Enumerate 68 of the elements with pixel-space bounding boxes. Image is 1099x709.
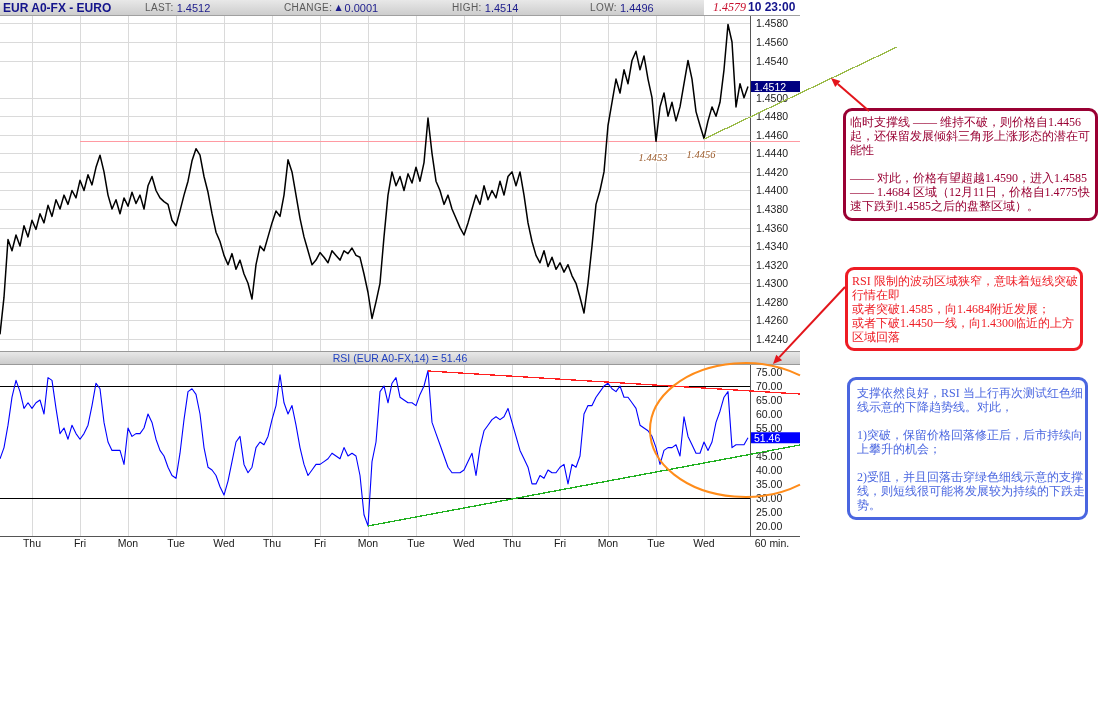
price-label: 1.4453 [638, 151, 668, 163]
stat-label: LOW: [590, 2, 617, 13]
axis-label: 1.4460 [756, 128, 789, 141]
axis-label: 1.4540 [756, 54, 789, 67]
callout-text: 支撑依然良好，RSI 当上行再次测试红色细线示意的下降趋势线。对此， [857, 386, 1084, 414]
timestamp: 10 23:00 [748, 0, 800, 15]
axis-label: 1.4340 [756, 240, 789, 253]
axis-label: Mon [117, 537, 139, 549]
axis-label: Tue [407, 537, 425, 549]
axis-label: 60.00 [756, 408, 783, 420]
axis-label: 1.4480 [756, 110, 789, 123]
axis-label: 1.4360 [756, 221, 789, 234]
axis-label: 75.00 [756, 366, 783, 378]
axis-label: Fri [313, 537, 327, 549]
axis-label: 40.00 [756, 463, 783, 476]
price-marker: 1.4579 [704, 0, 748, 15]
value-badge: 1.4512 [751, 80, 800, 93]
axis-label: Mon [597, 537, 619, 549]
axis-label: 55.00 [756, 421, 783, 434]
axis-label: 1.4440 [756, 147, 789, 160]
axis-label: 1.4260 [756, 314, 789, 327]
callout-text: 或者下破1.4450一线，向1.4300临近的上方区域回落 [852, 316, 1075, 344]
axis-label: 1.4240 [756, 332, 789, 345]
axis-label: Fri [73, 537, 87, 549]
axis-unit-label: 60 min. [754, 537, 790, 549]
axis-label: 35.00 [756, 477, 783, 490]
axis-label: Wed [453, 537, 475, 549]
axis-label: 1.4500 [756, 91, 789, 104]
triangle-icon: ▲ [335, 2, 342, 13]
axis-label: Thu [262, 537, 282, 549]
symbol-title: EUR A0-FX - EURO [2, 0, 113, 15]
callout-text: RSI 限制的波动区域狭窄，意味着短线突破行情在即 [852, 274, 1079, 302]
axis-label: 25.00 [756, 505, 783, 518]
axis-label: Thu [22, 537, 42, 549]
callout-text: —— 对此，价格有望超越1.4590，进入1.4585 —— 1.4684 区域（12月11日，价格自1.4775快速下跌到1.4585之后的盘整区域）。 [850, 171, 1091, 213]
axis-label: Tue [647, 537, 665, 549]
stat-value: 1.4496 [620, 1, 654, 14]
axis-label: Tue [167, 537, 185, 549]
stat-value: 1.4514 [484, 1, 519, 14]
axis-label: 1.4400 [756, 184, 789, 197]
axis-label: Wed [213, 537, 235, 549]
axis-label: 1.4580 [756, 17, 789, 30]
axis-label: 1.4280 [756, 295, 789, 308]
axis-label: Wed [693, 537, 715, 549]
axis-label: 20.00 [756, 519, 783, 532]
axis-label: 1.4320 [756, 258, 789, 271]
stat-label: HIGH: [452, 2, 482, 13]
callout-text: 1)突破，保留价格回落修正后，后市持续向上攀升的机会； [857, 428, 1084, 456]
axis-label: Thu [502, 537, 522, 549]
axis-label: 70.00 [756, 380, 783, 392]
callout-text: 2)受阻，并且回落击穿绿色细线示意的支撑线，则短线很可能将发展较为持续的下跌走势。 [857, 470, 1085, 512]
axis-label: 1.4300 [756, 277, 789, 290]
axis-label: 45.00 [756, 449, 783, 462]
axis-label: 1.4380 [756, 203, 789, 215]
stat-label: LAST: [145, 2, 174, 13]
stat-label: CHANGE: [284, 2, 333, 13]
callout-text: 临时支撑线 —— 维持不破，则价格自1.4456起，还保留发展倾斜三角形上涨形态的潜在可能性 [850, 115, 1091, 157]
value-badge: 51.46 [751, 431, 800, 444]
stat-value: 1.4512 [176, 1, 211, 14]
axis-label: 1.4560 [756, 36, 789, 48]
axis-label: Mon [357, 537, 379, 549]
axis-label: 1.4420 [756, 165, 789, 178]
callout-text: 或者突破1.4585，向1.4684附近发展； [852, 302, 1051, 316]
axis-label: 65.00 [756, 394, 783, 406]
chart-title: RSI (EUR A0-FX,14) = 51.46 [0, 351, 800, 365]
axis-label: Fri [553, 537, 567, 549]
price-label: 1.4456 [686, 149, 716, 160]
stat-value: 0.0001 [344, 1, 379, 14]
